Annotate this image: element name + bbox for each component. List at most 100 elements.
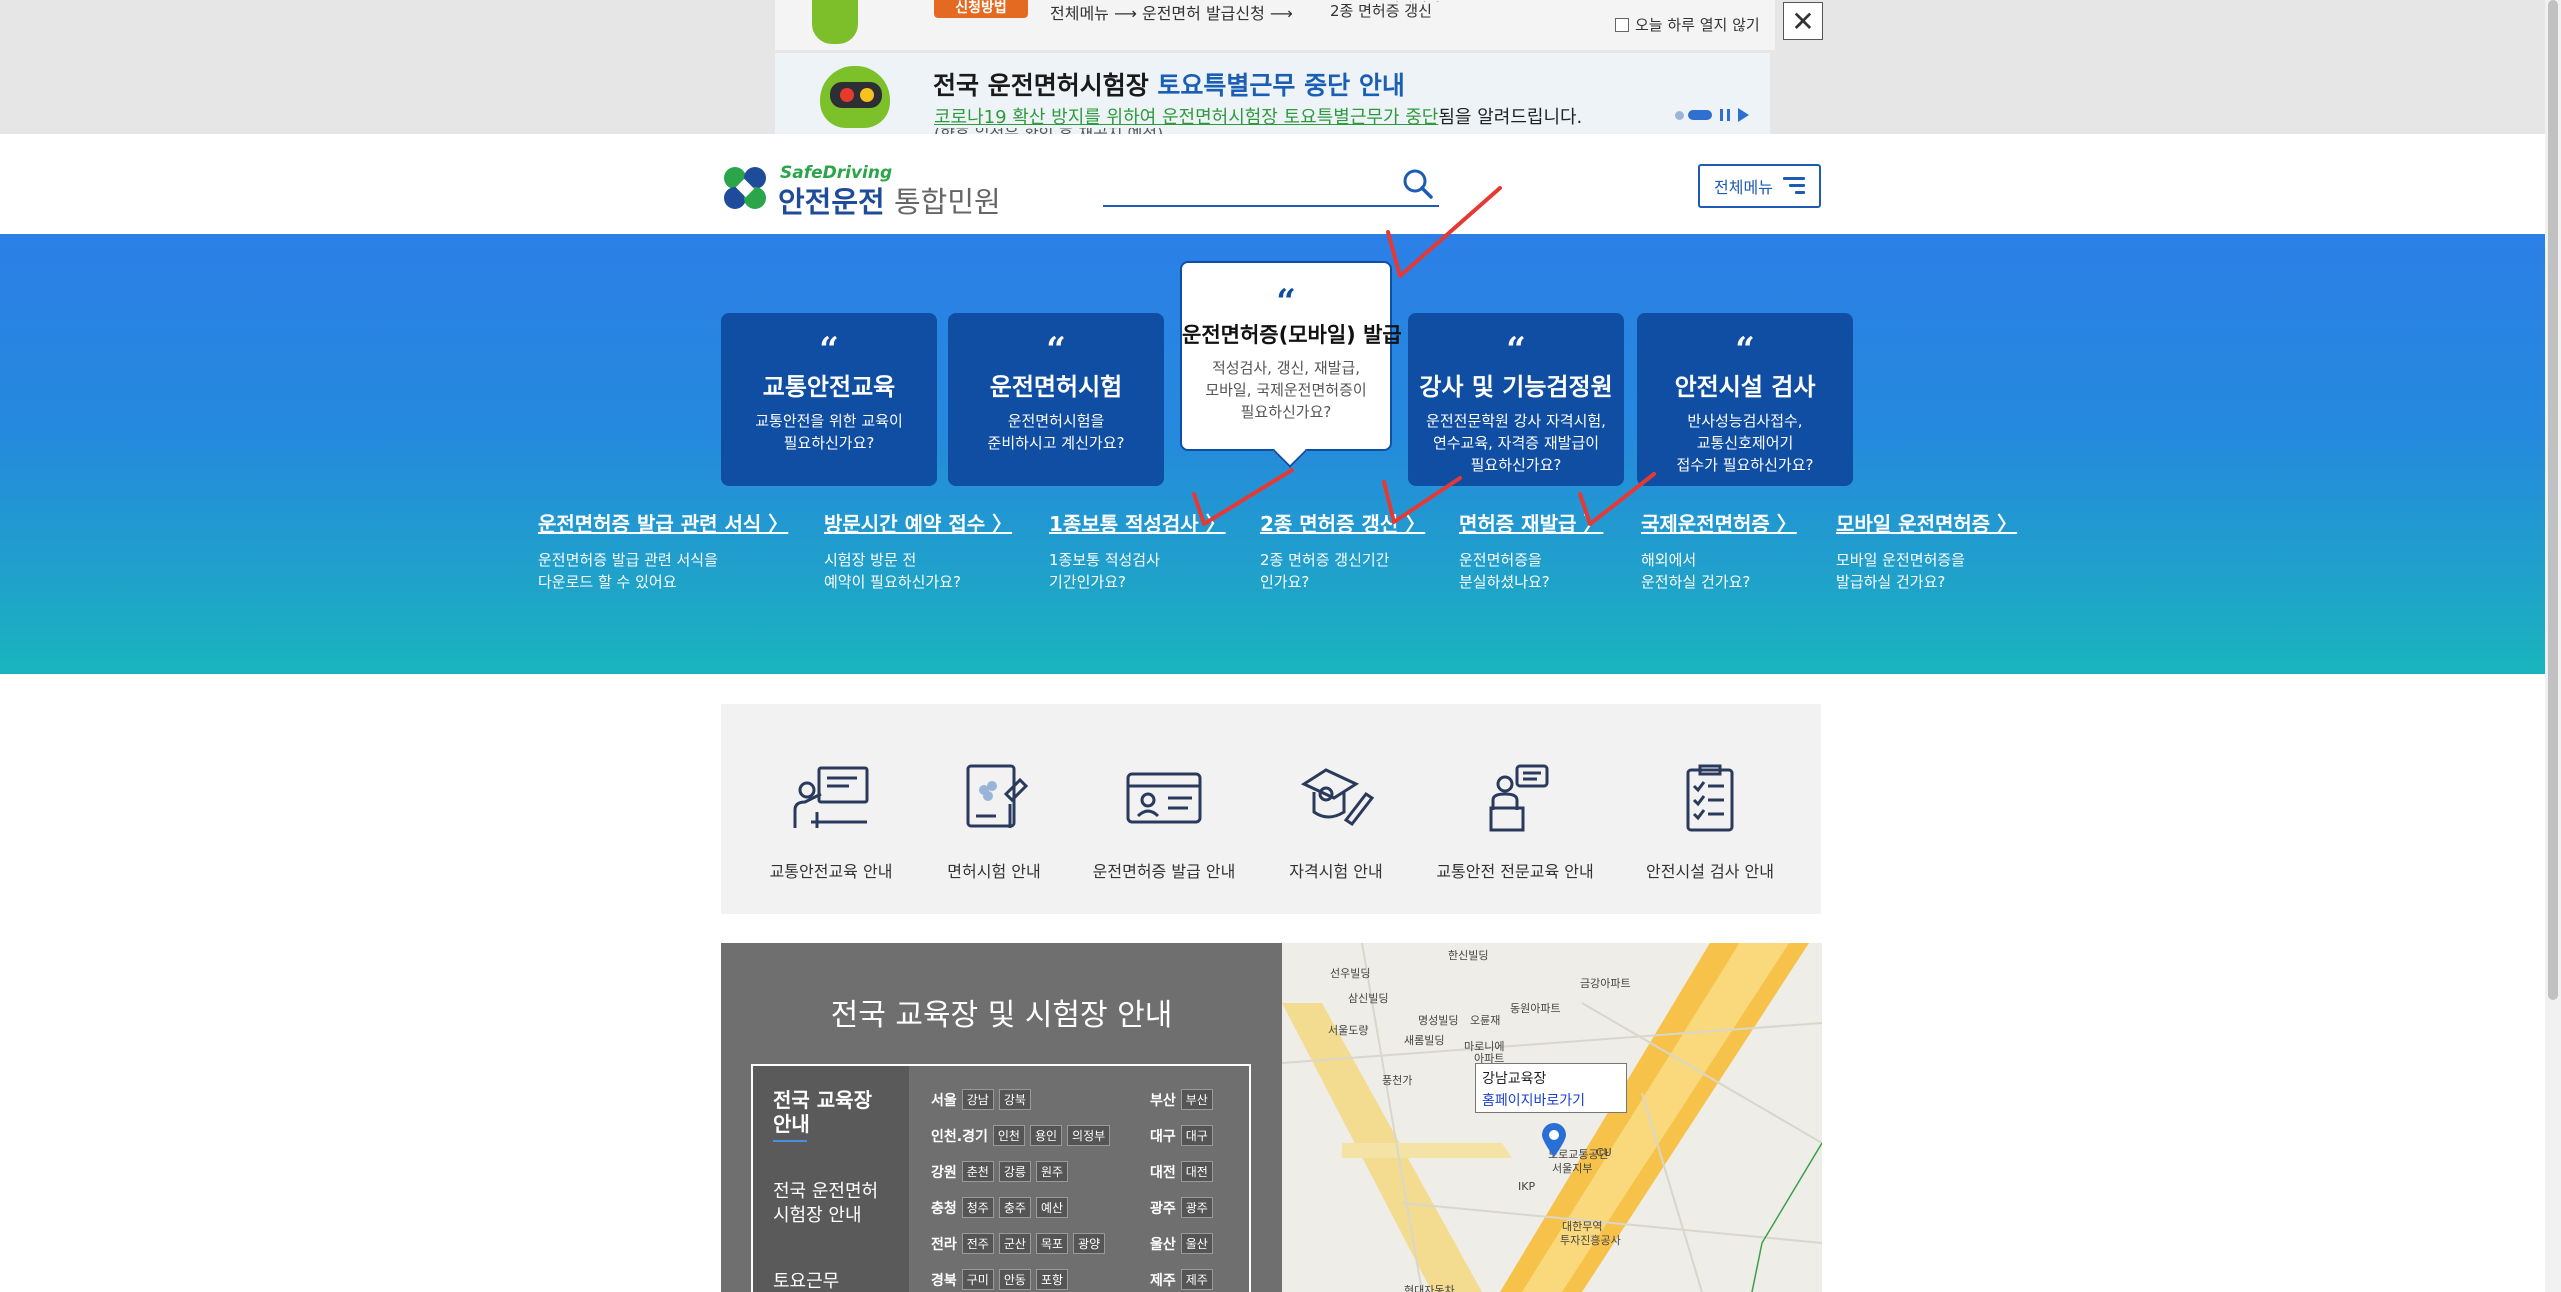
map-label: 현대자동차 [1404,1284,1455,1292]
card-desc: 적성검사, 갱신, 재발급, 모바일, 국제운전면허증이 필요하신가요? [1205,359,1367,421]
search-input[interactable] [1103,163,1393,203]
center-tag[interactable]: 예산 [1035,1197,1069,1218]
map-label: 삼신빌딩 [1348,992,1389,1005]
pager-dot[interactable] [1675,110,1684,120]
quick-item-professional-education[interactable]: 교통안전 전문교육 안내 [1425,764,1605,882]
tab-exam-centers[interactable]: 전국 운전면허 시험장 안내 [773,1180,878,1228]
checkbox-box[interactable] [1615,17,1629,32]
center-tag[interactable]: 강남 [961,1089,994,1110]
center-tag[interactable]: 군산 [998,1233,1031,1254]
quote-icon: “ [1735,330,1755,370]
map-label: IKP [1518,1180,1536,1193]
link-title[interactable]: 2종 면허증 갱신 〉 [1260,508,1425,537]
center-tag[interactable]: 원주 [1035,1161,1069,1182]
document-pen-icon [966,764,1029,828]
map-pin-icon[interactable] [1541,1123,1567,1157]
center-tag[interactable]: 의정부 [1067,1125,1111,1146]
quick-item-license-exam[interactable]: 면허시험 안내 [904,764,1084,882]
center-tag[interactable]: 광양 [1073,1233,1106,1254]
region-name: 충청 [931,1200,957,1217]
link-title[interactable]: 1종보통 적성검사 〉 [1049,508,1226,537]
center-tag[interactable]: 대구 [1180,1125,1213,1146]
search-icon[interactable] [1401,167,1435,201]
site-logo[interactable]: SafeDriving 안전운전 통합민원 [720,163,1001,219]
center-tag[interactable]: 구미 [961,1269,994,1290]
center-tag[interactable]: 청주 [961,1197,994,1218]
link-desc: 1종보통 적성검사 기간인가요? [1049,551,1160,591]
lecture-icon [793,766,869,828]
quick-item-traffic-education[interactable]: 교통안전교육 안내 [741,764,921,882]
brand-main: 안전운전 통합민원 [778,179,1001,221]
card-license-exam[interactable]: “ 운전면허시험 운전면허시험을 준비하시고 계신가요? [948,313,1164,486]
center-tag[interactable]: 전주 [961,1233,994,1254]
map-label: 새롬빌딩 [1404,1034,1445,1047]
card-traffic-safety-education[interactable]: “ 교통안전교육 교통안전을 위한 교육이 필요하신가요? [721,313,937,486]
center-tag[interactable]: 대전 [1180,1161,1213,1182]
link-license-forms[interactable]: 운전면허증 발급 관련 서식 〉 운전면허증 발급 관련 서식을 다운로드 할 수 … [538,508,788,593]
link-title[interactable]: 국제운전면허증 〉 [1641,508,1797,537]
center-tag[interactable]: 충주 [998,1197,1031,1218]
region-name: 서울 [931,1092,957,1109]
banner-pager[interactable] [1675,108,1749,122]
map-label: 투자진흥공사 [1560,1234,1621,1247]
dont-show-today-checkbox[interactable]: 오늘 하루 열지 않기 [1615,14,1760,35]
pause-icon[interactable] [1720,109,1730,121]
map-label: 서울지부 [1552,1162,1593,1175]
center-tag[interactable]: 부산 [1180,1089,1213,1110]
center-tag[interactable]: 광주 [1180,1197,1213,1218]
link-international-license[interactable]: 국제운전면허증 〉 해외에서 운전하실 건가요? [1641,508,1797,593]
region-row: 충청 청주 충주 예산 [931,1197,1069,1218]
center-tag[interactable]: 강북 [998,1089,1031,1110]
link-title[interactable]: 방문시간 예약 접수 〉 [824,508,1012,537]
center-tag[interactable]: 인천 [992,1125,1025,1146]
link-desc: 시험장 방문 전 예약이 필요하신가요? [824,551,961,591]
card-safety-facility-inspection[interactable]: “ 안전시설 검사 반사성능검사접수, 교통신호제어기 접수가 필요하신가요? [1637,313,1853,486]
card-title: 운전면허증(모바일) 발급 [1182,323,1402,347]
tab-saturday-work[interactable]: 토요근무 [773,1270,839,1292]
quick-item-facility-inspection[interactable]: 안전시설 검사 안내 [1620,764,1800,882]
card-instructor-examiner[interactable]: “ 강사 및 기능검정원 운전전문학원 강사 자격시험, 연수교육, 자격증 재발… [1408,313,1624,486]
link-class2-renewal[interactable]: 2종 면허증 갱신 〉 2종 면허증 갱신기간 인가요? [1260,508,1425,593]
full-menu-button[interactable]: 전체메뉴 [1698,164,1821,208]
map-label: 풍천가 [1382,1074,1413,1087]
region-row: 경북 구미 안동 포항 [931,1269,1069,1290]
map-homepage-link[interactable]: 홈페이지바로가기 [1482,1090,1620,1110]
scrollbar-thumb[interactable] [2548,0,2558,1000]
centers-title: 전국 교육장 및 시험장 안내 [830,998,1173,1033]
map-label: 서울도량 [1328,1024,1369,1037]
center-tag[interactable]: 춘천 [961,1161,994,1182]
link-title[interactable]: 운전면허증 발급 관련 서식 〉 [538,508,788,537]
page-scrollbar[interactable] [2545,0,2561,1292]
clover-logo-icon [724,167,766,209]
center-tag[interactable]: 제주 [1180,1269,1213,1290]
center-tag[interactable]: 울산 [1180,1233,1213,1254]
link-title[interactable]: 면허증 재발급 〉 [1459,508,1603,537]
tab-active-underline [773,1140,807,1142]
popup-close-button[interactable]: ✕ [1783,2,1823,40]
center-tag[interactable]: 포항 [1035,1269,1069,1290]
region-row: 전라 전주 군산 목포 광양 [931,1233,1106,1254]
link-desc: 2종 면허증 갱신기간 인가요? [1260,551,1390,591]
link-visit-reservation[interactable]: 방문시간 예약 접수 〉 시험장 방문 전 예약이 필요하신가요? [824,508,1012,593]
region-name: 경북 [931,1272,957,1289]
hamburger-icon [1782,177,1805,195]
card-desc: 운전면허시험을 준비하시고 계신가요? [987,412,1125,452]
quick-item-qualification-exam[interactable]: 자격시험 안내 [1246,764,1426,882]
link-class1-aptitude[interactable]: 1종보통 적성검사 〉 1종보통 적성검사 기간인가요? [1049,508,1226,593]
link-desc: 운전면허증 발급 관련 서식을 다운로드 할 수 있어요 [538,551,718,591]
link-mobile-license[interactable]: 모바일 운전면허증 〉 모바일 운전면허증을 발급하실 건가요? [1836,508,2017,593]
card-desc: 운전전문학원 강사 자격시험, 연수교육, 자격증 재발급이 필요하신가요? [1426,412,1606,474]
pager-dot-active[interactable] [1688,110,1712,120]
tab-training-centers[interactable]: 전국 교육장 안내 [773,1088,872,1136]
center-tag[interactable]: 목포 [1035,1233,1069,1254]
quick-item-license-issue[interactable]: 운전면허증 발급 안내 [1074,764,1254,882]
center-tag[interactable]: 안동 [998,1269,1031,1290]
center-tag[interactable]: 강릉 [998,1161,1031,1182]
link-reissue[interactable]: 면허증 재발급 〉 운전면허증을 분실하셨나요? [1459,508,1603,593]
center-tag[interactable]: 용인 [1029,1125,1063,1146]
region-name: 강원 [931,1164,957,1181]
play-icon[interactable] [1738,108,1749,122]
quick-item-label: 운전면허증 발급 안내 [1092,862,1236,881]
card-license-issue-active[interactable]: “ 운전면허증(모바일) 발급 적성검사, 갱신, 재발급, 모바일, 국제운전면… [1180,261,1402,468]
link-title[interactable]: 모바일 운전면허증 〉 [1836,508,2017,537]
